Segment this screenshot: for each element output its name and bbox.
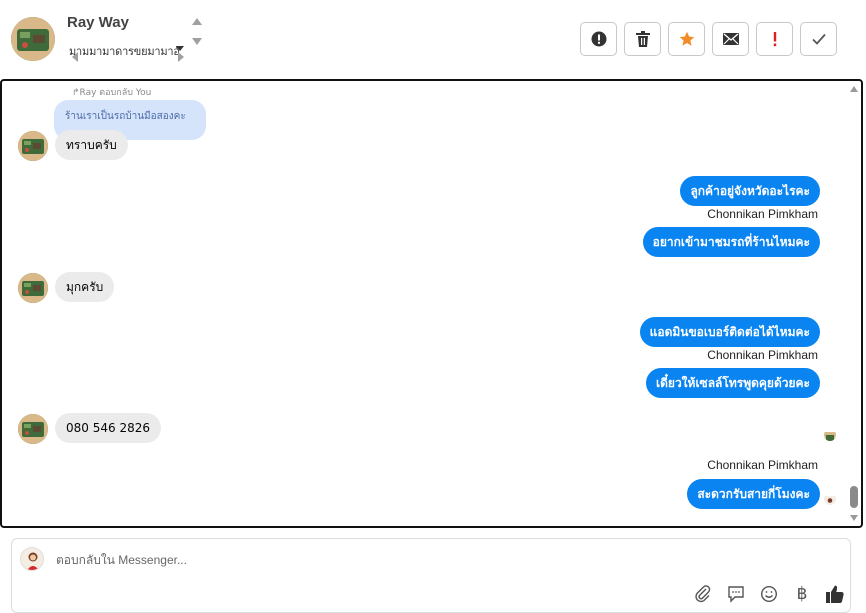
trash-icon: [635, 31, 650, 47]
incoming-message[interactable]: มุกครับ: [55, 272, 115, 302]
conversation-header: Ray Way มามมามาดารขยมามาอั: [0, 0, 866, 78]
scroll-right-icon[interactable]: [178, 52, 184, 62]
contact-subtitle-box: มามมามาดารขยมามาอั: [66, 40, 206, 64]
header-scroll-up-icon[interactable]: [192, 18, 202, 25]
emoji-icon[interactable]: [758, 583, 780, 605]
reply-note: ↱Ray ตอบกลับ You: [72, 88, 152, 98]
delete-button[interactable]: [624, 22, 661, 56]
envelope-icon: [722, 33, 739, 45]
scroll-down-icon[interactable]: [850, 515, 858, 521]
comment-icon[interactable]: [725, 583, 747, 605]
contact-subtitle: มามมามาดารขยมามาอั: [69, 45, 180, 58]
baht-icon[interactable]: ฿: [791, 583, 813, 605]
conversation-actions: [580, 22, 837, 58]
alert-circle-icon: [591, 31, 606, 47]
star-icon: [679, 31, 694, 46]
thumbs-up-icon[interactable]: [824, 583, 846, 605]
subtitle-dropdown-icon[interactable]: [176, 46, 184, 51]
sender-name: Chonnikan Pimkham: [707, 458, 818, 472]
contact-avatar-small[interactable]: [18, 414, 48, 444]
sender-name: Chonnikan Pimkham: [707, 348, 818, 362]
reply-composer: ฿: [11, 538, 851, 613]
contact-avatar-small[interactable]: [18, 273, 48, 303]
my-avatar: [20, 547, 44, 571]
incoming-message[interactable]: ทราบครับ: [55, 130, 128, 160]
thread-scrollbar[interactable]: [847, 81, 861, 526]
contact-avatar-small[interactable]: [18, 131, 48, 161]
mail-button[interactable]: [712, 22, 749, 56]
scroll-up-icon[interactable]: [850, 86, 858, 92]
star-button[interactable]: [668, 22, 705, 56]
scroll-left-icon[interactable]: [72, 52, 78, 62]
paperclip-icon[interactable]: [692, 583, 714, 605]
report-button[interactable]: [580, 22, 617, 56]
seen-indicator-avatar: [824, 429, 836, 441]
message-thread[interactable]: ↱Ray ตอบกลับ You ร้านเราเป็นรถบ้านมือสอง…: [0, 79, 863, 528]
incoming-message[interactable]: 080 546 2826: [55, 413, 161, 443]
contact-name[interactable]: Ray Way: [67, 14, 129, 31]
done-button[interactable]: [800, 22, 837, 56]
outgoing-message[interactable]: อยากเข้ามาชมรถที่ร้านไหมคะ: [642, 227, 820, 257]
read-receipt-avatar: [824, 493, 836, 505]
outgoing-message[interactable]: ลูกค้าอยู่จังหวัดอะไรคะ: [680, 176, 820, 206]
contact-avatar[interactable]: [11, 17, 55, 61]
outgoing-message[interactable]: สะดวกรับสายกี่โมงคะ: [687, 479, 820, 509]
check-icon: [811, 33, 826, 45]
sender-name: Chonnikan Pimkham: [707, 207, 818, 221]
exclamation-icon: [773, 32, 776, 47]
scroll-thumb[interactable]: [850, 486, 858, 508]
outgoing-message[interactable]: แอดมินขอเบอร์ติดต่อได้ไหมคะ: [639, 317, 820, 347]
composer-tools: ฿: [692, 583, 846, 605]
outgoing-message[interactable]: เดี๋ยวให้เซลล์โทรพูดคุยด้วยคะ: [646, 368, 820, 398]
reply-input[interactable]: [56, 550, 656, 570]
header-scroll-down-icon[interactable]: [192, 38, 202, 45]
important-button[interactable]: [756, 22, 793, 56]
